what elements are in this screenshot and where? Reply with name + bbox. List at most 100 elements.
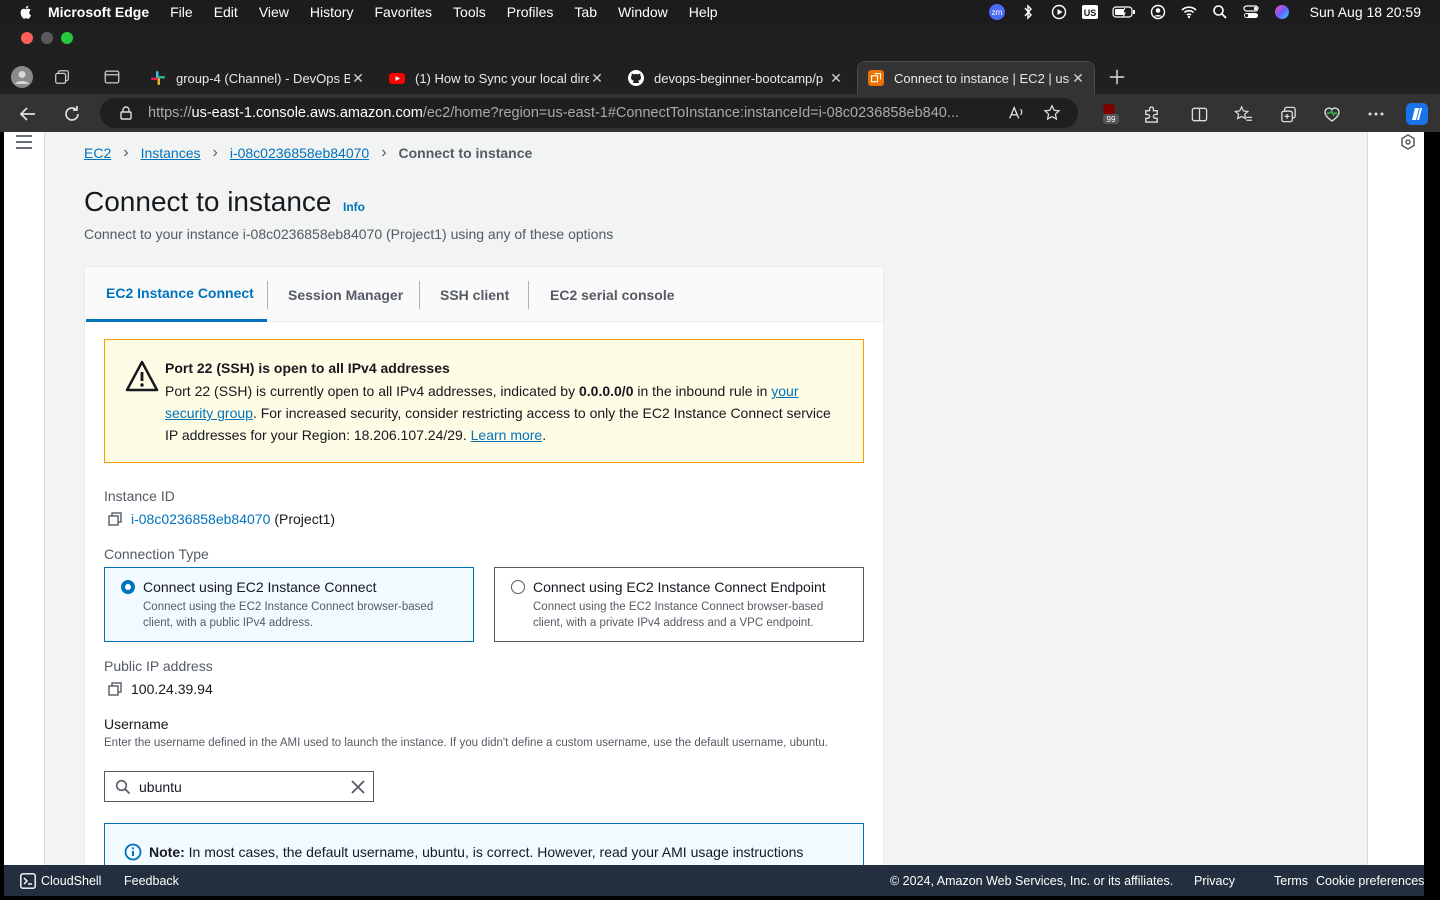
- tab-ec2-instance-connect[interactable]: EC2 Instance Connect: [86, 267, 267, 322]
- menu-help[interactable]: Help: [689, 4, 718, 20]
- instance-id-label: Instance ID: [104, 488, 175, 504]
- tools-rail: [1367, 132, 1424, 865]
- ublock-extension-icon[interactable]: 99: [1097, 103, 1121, 125]
- menu-favorites[interactable]: Favorites: [374, 4, 432, 20]
- refresh-icon[interactable]: [61, 103, 83, 125]
- read-aloud-icon[interactable]: [1006, 104, 1026, 122]
- cloudshell-button[interactable]: CloudShell: [41, 874, 101, 888]
- menu-history[interactable]: History: [310, 4, 354, 20]
- security-shield-icon[interactable]: [1400, 134, 1416, 150]
- copyright-text: © 2024, Amazon Web Services, Inc. or its…: [890, 874, 1174, 888]
- split-screen-icon[interactable]: [1188, 103, 1210, 125]
- tab-aws-connect[interactable]: Connect to instance | EC2 | us- ✕: [857, 61, 1095, 94]
- close-window-button[interactable]: [21, 32, 33, 44]
- menu-tab[interactable]: Tab: [574, 4, 597, 20]
- user-icon[interactable]: [1149, 4, 1167, 20]
- public-ip-label: Public IP address: [104, 658, 213, 674]
- username-input[interactable]: [139, 778, 339, 795]
- us-input-icon[interactable]: US: [1081, 4, 1099, 20]
- back-icon[interactable]: [17, 103, 39, 125]
- breadcrumb-instances[interactable]: Instances: [141, 145, 201, 161]
- note-text: Note: In most cases, the default usernam…: [149, 844, 804, 860]
- svg-text:US: US: [1083, 8, 1096, 18]
- learn-more-link[interactable]: Learn more: [471, 427, 543, 443]
- copy-icon[interactable]: [108, 512, 122, 526]
- ssh-open-warning-alert: Port 22 (SSH) is open to all IPv4 addres…: [104, 339, 864, 463]
- macos-menu-bar: Microsoft Edge File Edit View History Fa…: [0, 0, 1440, 24]
- cloudshell-icon[interactable]: [20, 873, 36, 889]
- browser-essentials-icon[interactable]: [1321, 103, 1343, 125]
- breadcrumb-instance-id[interactable]: i-08c0236858eb84070: [230, 145, 369, 161]
- username-note-alert: Note: In most cases, the default usernam…: [104, 823, 864, 865]
- clear-input-icon[interactable]: [349, 778, 367, 796]
- connect-panel: EC2 Instance Connect Session Manager SSH…: [84, 266, 884, 865]
- tab-github[interactable]: devops-beginner-bootcamp/p ✕: [618, 62, 852, 94]
- connection-option-ec2-instance-connect[interactable]: Connect using EC2 Instance Connect Conne…: [104, 567, 474, 642]
- bluetooth-icon[interactable]: [1019, 4, 1037, 20]
- breadcrumb-current: Connect to instance: [398, 145, 533, 161]
- apple-icon[interactable]: [18, 4, 34, 20]
- control-center-icon[interactable]: [1242, 4, 1260, 20]
- play-icon[interactable]: [1050, 4, 1068, 20]
- window-titlebar: [0, 24, 1440, 52]
- option-description: Connect using the EC2 Instance Connect b…: [533, 601, 824, 629]
- menu-app-name[interactable]: Microsoft Edge: [48, 4, 149, 20]
- copilot-icon[interactable]: [1405, 103, 1429, 125]
- spotlight-icon[interactable]: [1211, 4, 1229, 20]
- menu-window[interactable]: Window: [618, 4, 668, 20]
- svg-text:99: 99: [1107, 115, 1116, 124]
- info-link[interactable]: Info: [343, 200, 365, 214]
- collections-icon[interactable]: [1277, 103, 1299, 125]
- minimize-window-button[interactable]: [41, 32, 53, 44]
- username-field[interactable]: [104, 771, 374, 802]
- tab-slack[interactable]: group-4 (Channel) - DevOps B ✕: [140, 62, 374, 94]
- new-tab-icon[interactable]: [1107, 67, 1127, 87]
- connection-option-ec2-instance-connect-endpoint[interactable]: Connect using EC2 Instance Connect Endpo…: [494, 567, 864, 642]
- menu-view[interactable]: View: [259, 4, 289, 20]
- connection-type-label: Connection Type: [104, 546, 209, 562]
- username-label: Username: [104, 716, 169, 732]
- tab-ssh-client[interactable]: SSH client: [420, 267, 529, 322]
- radio-selected[interactable]: [121, 580, 135, 594]
- close-tab-icon[interactable]: ✕: [1070, 70, 1086, 87]
- close-tab-icon[interactable]: ✕: [350, 70, 366, 87]
- close-tab-icon[interactable]: ✕: [589, 70, 605, 87]
- menu-edit[interactable]: Edit: [214, 4, 238, 20]
- close-tab-icon[interactable]: ✕: [828, 70, 844, 87]
- zoom-window-button[interactable]: [61, 32, 73, 44]
- cookie-preferences-link[interactable]: Cookie preferences: [1316, 874, 1424, 888]
- privacy-link[interactable]: Privacy: [1194, 874, 1235, 888]
- profile-avatar-icon[interactable]: [11, 66, 33, 88]
- favorite-star-icon[interactable]: [1042, 104, 1062, 122]
- extensions-icon[interactable]: [1140, 103, 1162, 125]
- siri-icon[interactable]: [1273, 4, 1291, 20]
- menubar-clock[interactable]: Sun Aug 18 20:59: [1310, 4, 1421, 20]
- tab-youtube[interactable]: (1) How to Sync your local dire ✕: [379, 62, 613, 94]
- menu-file[interactable]: File: [170, 4, 193, 20]
- terms-link[interactable]: Terms: [1274, 874, 1308, 888]
- tab-label: (1) How to Sync your local dire: [415, 70, 589, 86]
- tab-actions-icon[interactable]: [102, 67, 122, 87]
- breadcrumb-ec2[interactable]: EC2: [84, 145, 111, 161]
- tab-ec2-serial-console[interactable]: EC2 serial console: [530, 267, 695, 322]
- option-description: Connect using the EC2 Instance Connect b…: [143, 601, 434, 629]
- menu-tools[interactable]: Tools: [453, 4, 486, 20]
- workspaces-icon[interactable]: [52, 67, 72, 87]
- tab-session-manager[interactable]: Session Manager: [268, 267, 423, 322]
- zoom-icon[interactable]: zm: [988, 4, 1006, 20]
- instance-id-link[interactable]: i-08c0236858eb84070: [131, 511, 270, 527]
- feedback-button[interactable]: Feedback: [124, 874, 179, 888]
- favorites-icon[interactable]: [1232, 103, 1254, 125]
- wifi-icon[interactable]: [1180, 4, 1198, 20]
- warning-icon: [125, 360, 159, 392]
- url-text[interactable]: https://us-east-1.console.aws.amazon.com…: [148, 105, 1006, 121]
- battery-icon[interactable]: [1112, 4, 1136, 20]
- radio-unselected[interactable]: [511, 580, 525, 594]
- address-bar[interactable]: https://us-east-1.console.aws.amazon.com…: [100, 98, 1078, 128]
- more-options-icon[interactable]: [1365, 103, 1387, 125]
- menu-profiles[interactable]: Profiles: [507, 4, 554, 20]
- lock-icon[interactable]: [118, 105, 134, 121]
- copy-icon[interactable]: [108, 682, 122, 696]
- option-title: Connect using EC2 Instance Connect: [143, 579, 377, 595]
- menu-hamburger-icon[interactable]: [16, 135, 32, 149]
